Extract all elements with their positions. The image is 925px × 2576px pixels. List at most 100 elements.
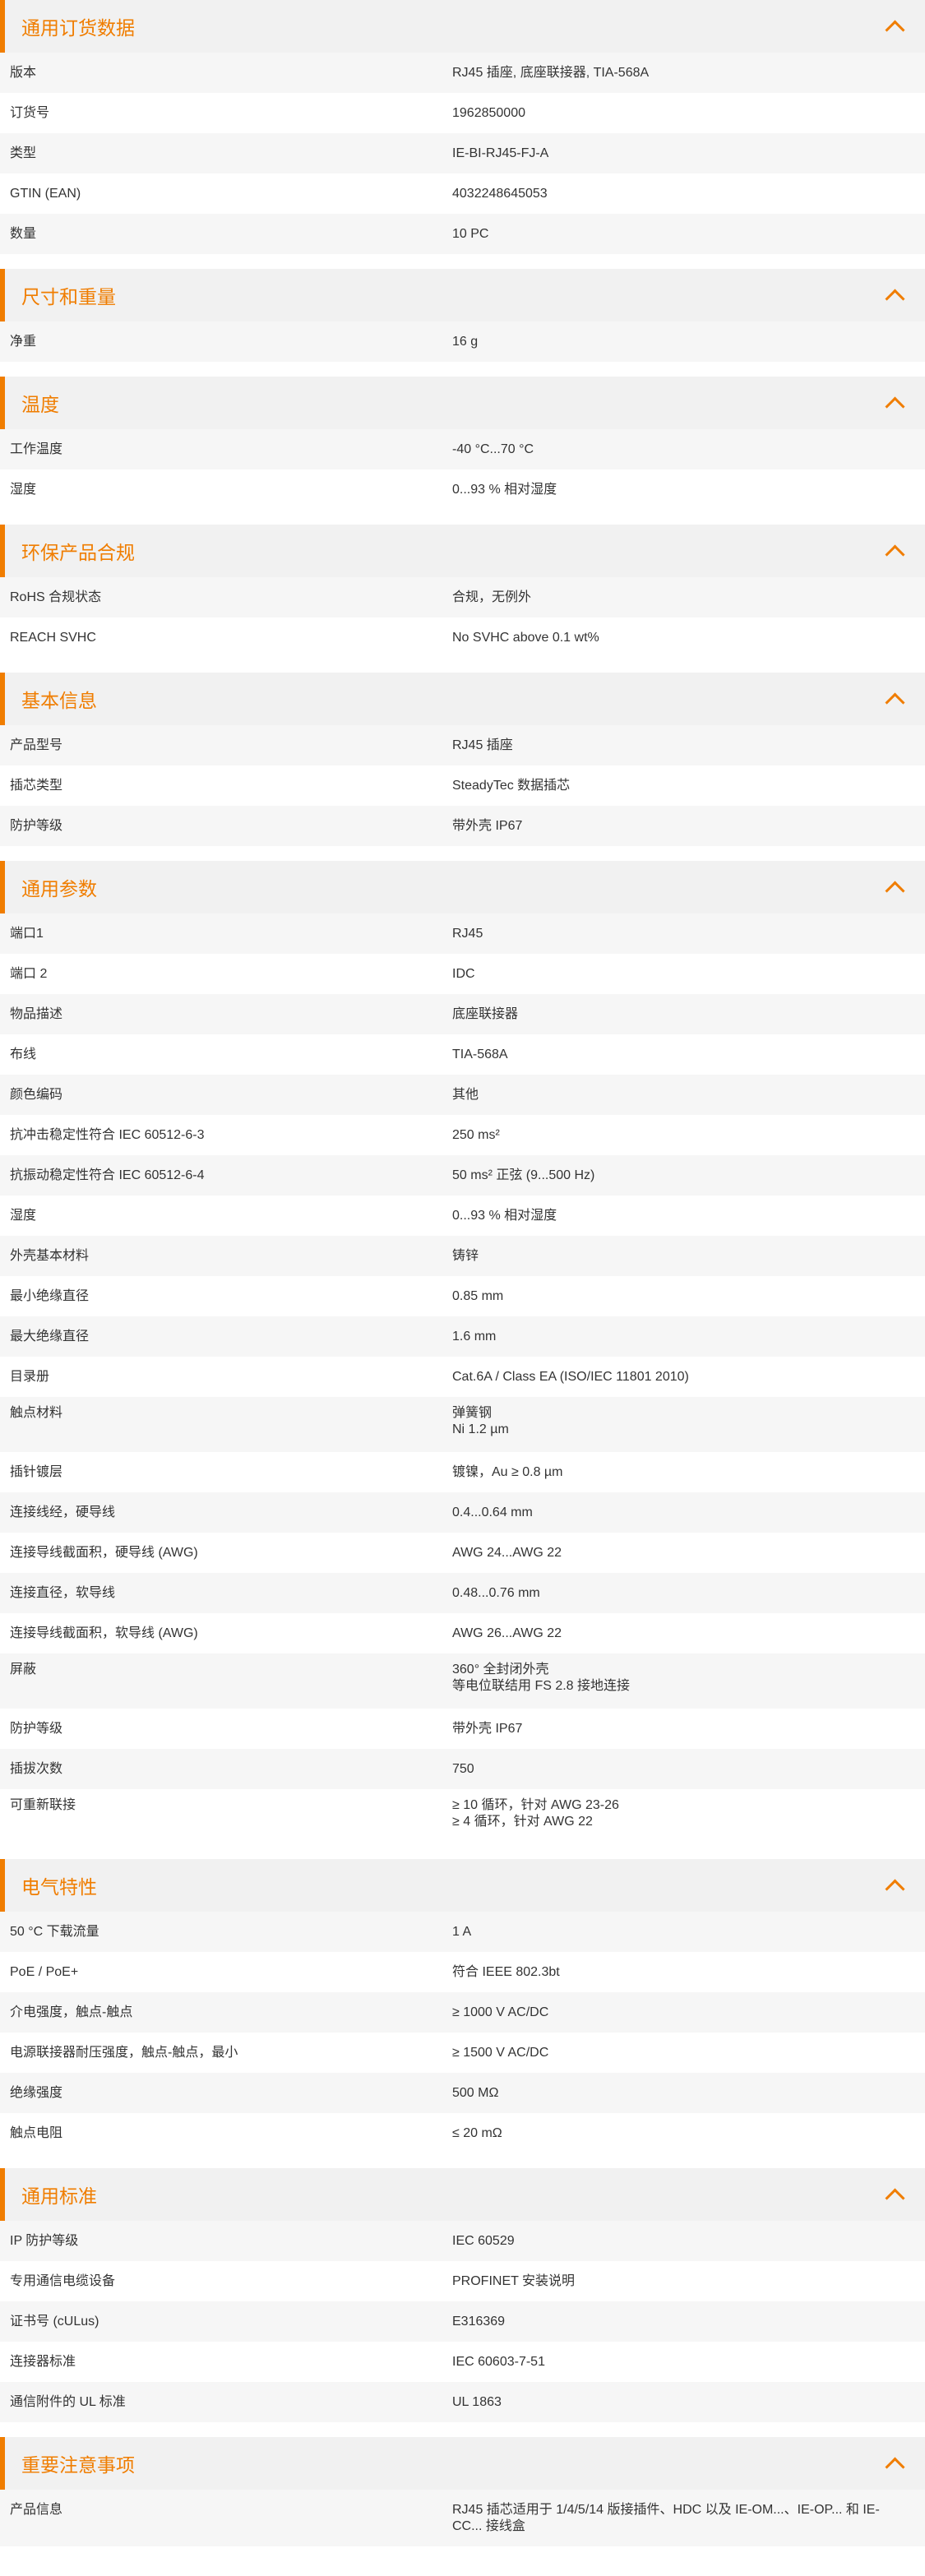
spec-value: TIA-568A	[452, 1048, 508, 1061]
spec-row: 触点电阻 ≤ 20 mΩ	[0, 2113, 925, 2153]
section-header[interactable]: 尺寸和重量	[0, 269, 925, 321]
spec-label: RoHS 合规状态	[10, 590, 102, 604]
spec-value: 合规，无例外	[452, 590, 532, 604]
chevron-up-icon[interactable]	[885, 2456, 905, 2477]
spec-label: 端口1	[10, 927, 44, 941]
spec-value: 铸锌	[452, 1249, 479, 1263]
spec-value: 360° 全封闭外壳 等电位联结用 FS 2.8 接地连接	[452, 1663, 631, 1693]
spec-row: 数量 10 PC	[0, 214, 925, 254]
spec-label: 连接导线截面积，软导线 (AWG)	[10, 1626, 198, 1640]
spec-row: RoHS 合规状态 合规，无例外	[0, 577, 925, 617]
spec-value: RJ45 插座, 底座联接器, TIA-568A	[452, 66, 650, 80]
spec-row: 连接器标准 IEC 60603-7-51	[0, 2342, 925, 2382]
spec-value: 1.6 mm	[452, 1330, 497, 1343]
section-title: 温度	[21, 394, 59, 415]
spec-row: 抗振动稳定性符合 IEC 60512-6-4 50 ms² 正弦 (9...500…	[0, 1155, 925, 1196]
spec-row: 物品描述 底座联接器	[0, 994, 925, 1034]
spec-label: 连接直径，软导线	[10, 1586, 116, 1600]
spec-label: 抗冲击稳定性符合 IEC 60512-6-3	[10, 1128, 205, 1142]
chevron-up-icon[interactable]	[885, 288, 905, 309]
spec-row: 版本 RJ45 插座, 底座联接器, TIA-568A	[0, 53, 925, 93]
section-header[interactable]: 通用订货数据	[0, 0, 925, 53]
spec-label: 专用通信电缆设备	[10, 2274, 116, 2288]
spec-value: PROFINET 安装说明	[452, 2274, 576, 2288]
spec-value: 750	[452, 1762, 474, 1776]
spec-value: -40 °C...70 °C	[452, 442, 534, 456]
spec-value: RJ45 插芯适用于 1/4/5/14 版接插件、HDC 以及 IE-OM...…	[452, 2503, 880, 2533]
spec-value: RJ45 插座	[452, 738, 513, 752]
spec-rows: IP 防护等级 IEC 60529 专用通信电缆设备 PROFINET 安装说明 证书号…	[0, 2221, 925, 2422]
spec-label: 版本	[10, 66, 37, 80]
chevron-up-icon[interactable]	[885, 1878, 905, 1899]
spec-row: 插芯类型 SteadyTec 数据插芯	[0, 765, 925, 806]
spec-value: RJ45	[452, 927, 483, 941]
spec-value: 4032248645053	[452, 187, 548, 201]
spec-label: 布线	[10, 1048, 37, 1061]
spec-row: 目录册 Cat.6A / Class EA (ISO/IEC 11801 2010…	[0, 1357, 925, 1397]
chevron-up-icon[interactable]	[885, 691, 905, 713]
spec-row: 防护等级 带外壳 IP67	[0, 806, 925, 846]
spec-value: 符合 IEEE 802.3bt	[452, 1965, 560, 1979]
spec-value: ≥ 1500 V AC/DC	[452, 2046, 549, 2060]
section-title: 环保产品合规	[21, 542, 135, 563]
spec-row: 布线 TIA-568A	[0, 1034, 925, 1075]
section-header[interactable]: 基本信息	[0, 673, 925, 725]
spec-section: 通用参数 端口1 RJ45 端口 2 IDC 物品描述 底座联接器 布线 TIA-568A 颜色编…	[0, 861, 925, 1844]
chevron-up-icon[interactable]	[885, 880, 905, 901]
spec-value: 0.4...0.64 mm	[452, 1505, 533, 1519]
section-title: 通用订货数据	[21, 17, 135, 39]
spec-row: 产品型号 RJ45 插座	[0, 725, 925, 765]
spec-row: 连接直径，软导线 0.48...0.76 mm	[0, 1573, 925, 1613]
spec-value: 带外壳 IP67	[452, 819, 523, 833]
spec-row: 最小绝缘直径 0.85 mm	[0, 1276, 925, 1316]
spec-value: 0.48...0.76 mm	[452, 1586, 540, 1600]
section-header[interactable]: 通用标准	[0, 2168, 925, 2221]
spec-row: 湿度 0...93 % 相对湿度	[0, 1196, 925, 1236]
spec-label: 颜色编码	[10, 1088, 63, 1102]
spec-value: 10 PC	[452, 227, 489, 241]
spec-value: 0...93 % 相对湿度	[452, 483, 557, 497]
spec-label: 产品信息	[10, 2503, 63, 2517]
spec-row: 类型 IE-BI-RJ45-FJ-A	[0, 133, 925, 173]
spec-value: 底座联接器	[452, 1007, 519, 1021]
spec-label: 50 °C 下载流量	[10, 1925, 99, 1939]
spec-label: 最大绝缘直径	[10, 1330, 90, 1343]
spec-rows: RoHS 合规状态 合规，无例外 REACH SVHC No SVHC above 0…	[0, 577, 925, 658]
spec-label: 电源联接器耐压强度，触点-触点，最小	[10, 2046, 238, 2060]
spec-section: 尺寸和重量 净重 16 g	[0, 269, 925, 362]
spec-row: PoE / PoE+ 符合 IEEE 802.3bt	[0, 1952, 925, 1992]
spec-value: ≥ 10 循环，针对 AWG 23-26 ≥ 4 循环，针对 AWG 22	[452, 1798, 619, 1829]
section-header[interactable]: 温度	[0, 377, 925, 429]
spec-label: 触点电阻	[10, 2126, 63, 2140]
spec-value: IE-BI-RJ45-FJ-A	[452, 146, 549, 160]
section-title: 电气特性	[21, 1876, 97, 1898]
spec-label: 绝缘强度	[10, 2086, 63, 2100]
spec-label: 类型	[10, 146, 37, 160]
spec-label: 证书号 (cULus)	[10, 2315, 99, 2329]
spec-row: 可重新联接 ≥ 10 循环，针对 AWG 23-26 ≥ 4 循环，针对 AWG …	[0, 1789, 925, 1844]
chevron-up-icon[interactable]	[885, 19, 905, 40]
section-header[interactable]: 电气特性	[0, 1859, 925, 1912]
spec-value: AWG 24...AWG 22	[452, 1546, 562, 1560]
spec-label: 产品型号	[10, 738, 63, 752]
spec-value: ≤ 20 mΩ	[452, 2126, 502, 2140]
spec-label: 触点材料	[10, 1406, 63, 1420]
spec-row: 湿度 0...93 % 相对湿度	[0, 469, 925, 510]
spec-row: 屏蔽 360° 全封闭外壳 等电位联结用 FS 2.8 接地连接	[0, 1653, 925, 1709]
spec-rows: 净重 16 g	[0, 321, 925, 362]
section-title: 基本信息	[21, 690, 97, 711]
spec-row: 外壳基本材料 铸锌	[0, 1236, 925, 1276]
spec-value: 0...93 % 相对湿度	[452, 1209, 557, 1223]
section-header[interactable]: 重要注意事项	[0, 2437, 925, 2490]
section-header[interactable]: 环保产品合规	[0, 525, 925, 577]
chevron-up-icon[interactable]	[885, 2187, 905, 2208]
chevron-up-icon[interactable]	[885, 543, 905, 565]
section-title: 重要注意事项	[21, 2454, 135, 2476]
spec-label: 最小绝缘直径	[10, 1289, 90, 1303]
chevron-up-icon[interactable]	[885, 395, 905, 417]
section-header[interactable]: 通用参数	[0, 861, 925, 913]
spec-section: 通用标准 IP 防护等级 IEC 60529 专用通信电缆设备 PROFINET 安装说…	[0, 2168, 925, 2422]
spec-section: 重要注意事项产品信息 RJ45 插芯适用于 1/4/5/14 版接插件、HDC 以…	[0, 2437, 925, 2546]
spec-value: 0.85 mm	[452, 1289, 504, 1303]
spec-value: 带外壳 IP67	[452, 1722, 523, 1736]
